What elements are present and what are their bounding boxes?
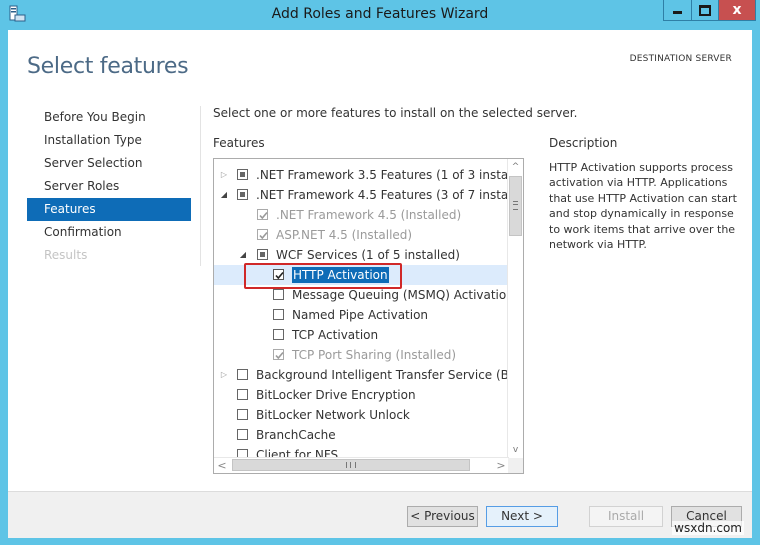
feature-row[interactable]: BitLocker Network Unlock — [214, 405, 510, 425]
close-icon: x — [732, 2, 742, 18]
install-button: Install — [589, 506, 663, 527]
feature-checkbox[interactable] — [273, 289, 284, 300]
feature-label: Named Pipe Activation — [292, 308, 429, 322]
feature-checkbox[interactable] — [273, 269, 284, 280]
feature-checkbox — [273, 349, 284, 360]
scrollbar-corner — [508, 458, 523, 473]
window-title: Add Roles and Features Wizard — [271, 6, 489, 22]
feature-label: BitLocker Network Unlock — [256, 408, 410, 422]
maximize-button[interactable] — [691, 0, 719, 21]
instruction-text: Select one or more features to install o… — [213, 106, 578, 120]
nav-item-before-you-begin[interactable]: Before You Begin — [27, 106, 191, 129]
feature-label: Background Intelligent Transfer Service … — [256, 368, 524, 382]
scroll-left-icon[interactable]: < — [214, 458, 230, 473]
feature-label: WCF Services (1 of 5 installed) — [276, 248, 460, 262]
feature-checkbox[interactable] — [257, 249, 268, 260]
feature-checkbox[interactable] — [273, 329, 284, 340]
feature-row[interactable]: ◢ WCF Services (1 of 5 installed) — [214, 245, 510, 265]
feature-label: .NET Framework 4.5 Features (3 of 7 inst… — [256, 188, 524, 202]
nav-item-installation-type[interactable]: Installation Type — [27, 129, 191, 152]
wizard-nav: Before You Begin Installation Type Serve… — [27, 106, 191, 267]
nav-item-server-roles[interactable]: Server Roles — [27, 175, 191, 198]
feature-label: BranchCache — [256, 428, 336, 442]
features-label: Features — [213, 136, 265, 150]
collapse-arrow-icon[interactable]: ◢ — [238, 245, 248, 265]
feature-checkbox[interactable] — [237, 389, 248, 400]
title-bar[interactable]: Add Roles and Features Wizard x — [0, 0, 760, 30]
nav-item-server-selection[interactable]: Server Selection — [27, 152, 191, 175]
feature-label: HTTP Activation — [292, 267, 389, 283]
grip-icon — [513, 201, 518, 210]
features-tree-rows: ▷ .NET Framework 3.5 Features (1 of 3 ins… — [214, 165, 523, 465]
expand-arrow-icon[interactable]: ▷ — [219, 165, 229, 185]
expand-arrow-icon[interactable]: ▷ — [219, 365, 229, 385]
feature-checkbox[interactable] — [237, 369, 248, 380]
feature-label: .NET Framework 3.5 Features (1 of 3 inst… — [256, 168, 524, 182]
scroll-up-icon[interactable]: ^ — [508, 159, 523, 175]
destination-server-label: DESTINATION SERVER — [629, 54, 732, 64]
feature-row[interactable]: HTTP Activation — [214, 265, 510, 285]
feature-checkbox[interactable] — [273, 309, 284, 320]
feature-label: TCP Port Sharing (Installed) — [292, 348, 457, 362]
feature-row[interactable]: ▷ .NET Framework 3.5 Features (1 of 3 ins… — [214, 165, 523, 185]
nav-item-features[interactable]: Features — [27, 198, 191, 221]
watermark: wsxdn.com — [672, 521, 744, 535]
feature-row[interactable]: ▷ Background Intelligent Transfer Service… — [214, 365, 523, 385]
feature-label: ASP.NET 4.5 (Installed) — [276, 228, 413, 242]
minimize-icon — [673, 11, 682, 14]
nav-divider — [200, 106, 201, 266]
wizard-window: Add Roles and Features Wizard x Select f… — [0, 0, 760, 545]
grip-icon — [346, 462, 356, 468]
feature-row[interactable]: Message Queuing (MSMQ) Activation — [214, 285, 514, 305]
nav-item-results: Results — [44, 248, 88, 262]
feature-checkbox[interactable] — [237, 169, 248, 180]
description-text: HTTP Activation supports process activat… — [549, 161, 737, 252]
close-button[interactable]: x — [718, 0, 756, 21]
vertical-scrollbar[interactable]: ^ v — [507, 159, 523, 458]
next-button[interactable]: Next > — [486, 506, 558, 527]
feature-row[interactable]: TCP Activation — [214, 325, 510, 345]
scroll-right-icon[interactable]: > — [493, 458, 509, 473]
feature-row[interactable]: ◢ .NET Framework 4.5 Features (3 of 7 ins… — [214, 185, 523, 205]
page-title: Select features — [27, 54, 189, 79]
feature-row[interactable]: Named Pipe Activation — [214, 305, 510, 325]
feature-label: TCP Activation — [292, 328, 379, 342]
horizontal-scroll-thumb[interactable] — [232, 459, 470, 471]
scroll-down-icon[interactable]: v — [508, 442, 523, 458]
collapse-arrow-icon[interactable]: ◢ — [219, 185, 229, 205]
previous-button[interactable]: < Previous — [407, 506, 478, 527]
feature-checkbox — [257, 209, 268, 220]
feature-row[interactable]: ASP.NET 4.5 (Installed) — [214, 225, 510, 245]
features-tree[interactable]: ▷ .NET Framework 3.5 Features (1 of 3 ins… — [213, 158, 524, 474]
feature-row[interactable]: BranchCache — [214, 425, 510, 445]
feature-checkbox[interactable] — [237, 429, 248, 440]
wizard-footer: < Previous Next > Install Cancel — [8, 491, 752, 538]
description-title: Description — [549, 136, 618, 150]
maximize-icon — [699, 4, 711, 16]
feature-checkbox[interactable] — [237, 409, 248, 420]
wizard-client-area: Select features DESTINATION SERVER Befor… — [8, 30, 752, 538]
minimize-button[interactable] — [663, 0, 692, 21]
feature-label: Message Queuing (MSMQ) Activation — [292, 288, 514, 302]
feature-row[interactable]: .NET Framework 4.5 (Installed) — [214, 205, 510, 225]
feature-checkbox — [257, 229, 268, 240]
horizontal-scrollbar[interactable]: < > — [214, 457, 509, 473]
feature-label: BitLocker Drive Encryption — [256, 388, 416, 402]
feature-label: .NET Framework 4.5 (Installed) — [276, 208, 462, 222]
feature-row[interactable]: TCP Port Sharing (Installed) — [214, 345, 510, 365]
feature-checkbox[interactable] — [237, 189, 248, 200]
vertical-scroll-thumb[interactable] — [509, 176, 522, 236]
feature-row[interactable]: BitLocker Drive Encryption — [214, 385, 510, 405]
nav-item-confirmation[interactable]: Confirmation — [27, 221, 191, 244]
